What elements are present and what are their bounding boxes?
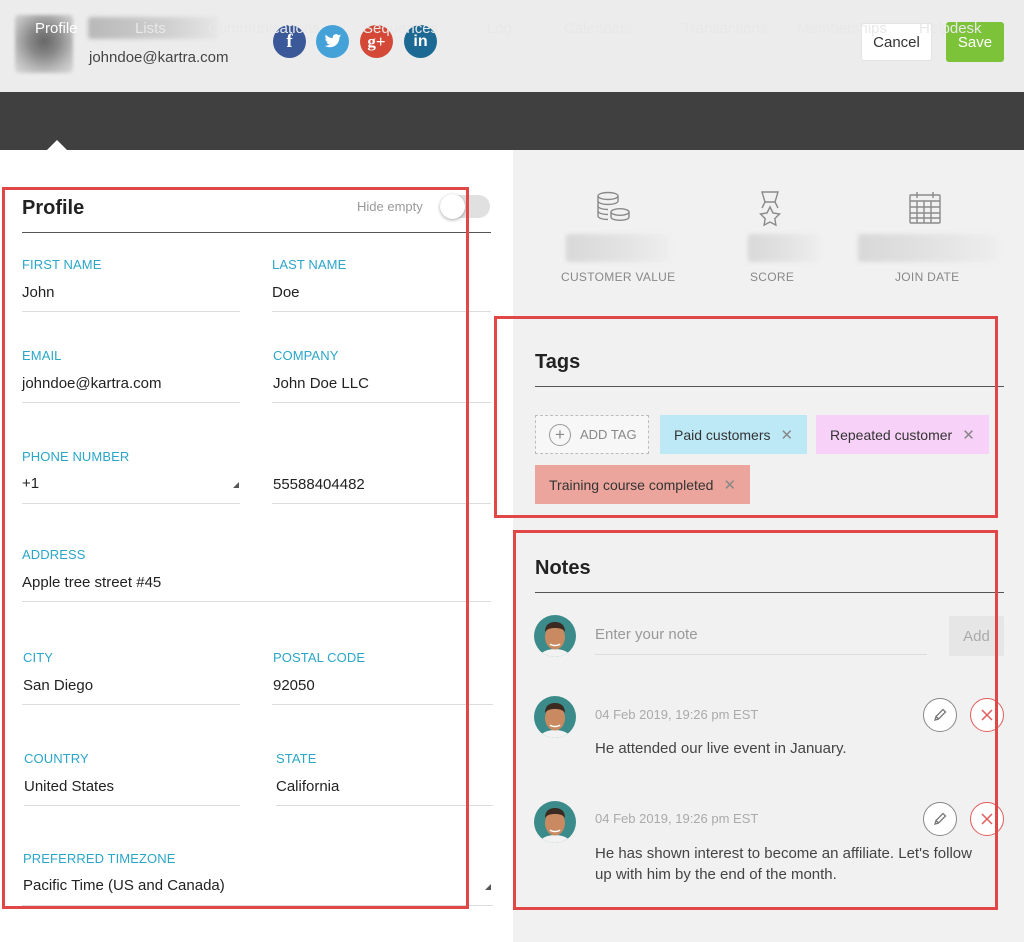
tab-calendars[interactable]: Calendars bbox=[564, 0, 632, 58]
customer-value-redacted bbox=[566, 234, 670, 262]
tab-transactions[interactable]: Transactions bbox=[682, 0, 767, 58]
tab-helpdesk[interactable]: Helpdesk bbox=[919, 0, 982, 58]
twitter-bird-glyph bbox=[324, 34, 341, 48]
coins-icon bbox=[597, 191, 630, 222]
tab-log[interactable]: Log bbox=[487, 0, 512, 58]
join-date-label: JOIN DATE bbox=[895, 270, 960, 284]
score-label: SCORE bbox=[750, 270, 795, 284]
calendar-icon bbox=[909, 192, 941, 224]
profile-highlight-box bbox=[2, 187, 469, 909]
score-redacted bbox=[748, 234, 820, 262]
notes-highlight-box bbox=[513, 530, 998, 910]
tab-profile[interactable]: Profile bbox=[35, 0, 78, 58]
award-icon bbox=[759, 191, 781, 227]
customer-value-label: CUSTOMER VALUE bbox=[561, 270, 676, 284]
join-date-redacted bbox=[858, 234, 998, 262]
tab-communications[interactable]: Communications bbox=[208, 0, 320, 58]
tags-highlight-box bbox=[494, 316, 998, 518]
active-tab-indicator bbox=[47, 140, 67, 150]
twitter-icon[interactable] bbox=[316, 25, 349, 58]
contact-tabs-nav bbox=[0, 92, 1024, 150]
tab-sequences[interactable]: Sequences bbox=[363, 0, 438, 58]
chevron-down-icon bbox=[485, 884, 491, 890]
tab-lists[interactable]: Lists bbox=[135, 0, 166, 58]
tab-memberships[interactable]: Memberships bbox=[797, 0, 887, 58]
